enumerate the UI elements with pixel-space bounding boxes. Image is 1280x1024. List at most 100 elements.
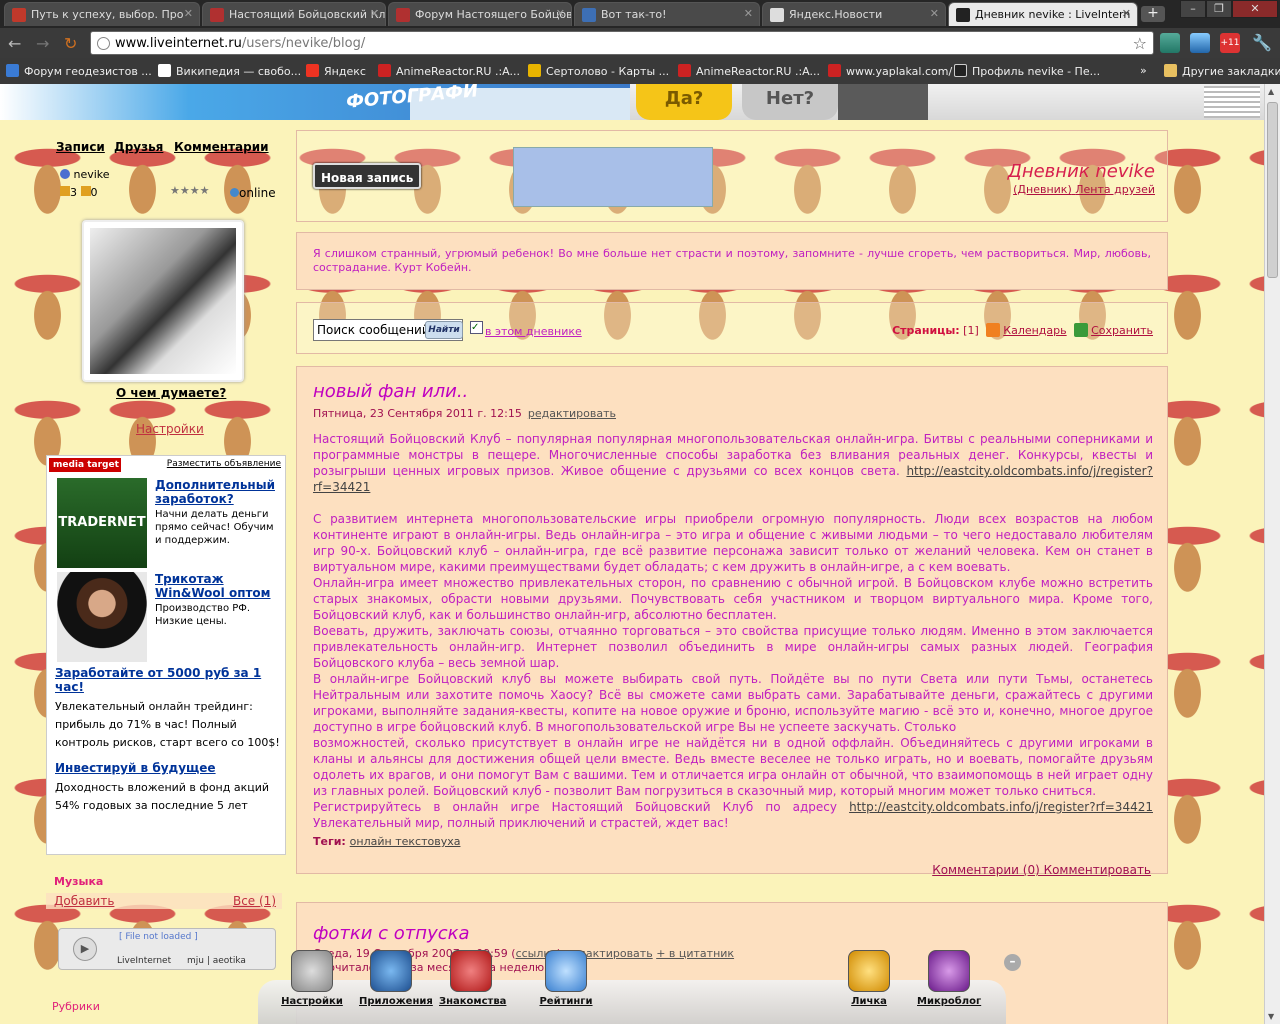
scrollbar-thumb[interactable] <box>1267 102 1278 278</box>
post-paragraph: Онлайн-игра имеет множество привлекатель… <box>313 576 1153 622</box>
banner-no-button[interactable]: Нет? <box>742 84 838 120</box>
minimize-button[interactable]: – <box>1180 0 1206 18</box>
notification-badge[interactable]: +11 <box>1220 33 1240 53</box>
extension-icon[interactable] <box>1160 33 1180 53</box>
bookmark-item[interactable]: AnimeReactor.RU .:A... <box>678 64 820 78</box>
dock-ratings[interactable]: Рейтинги <box>534 950 598 1007</box>
play-icon[interactable]: ▶ <box>73 937 97 961</box>
close-icon[interactable]: ✕ <box>744 7 753 20</box>
edit-link[interactable]: редактировать <box>528 407 616 420</box>
wrench-icon[interactable]: 🔧 <box>1252 33 1272 53</box>
post-title[interactable]: новый фан или.. <box>313 381 468 402</box>
extension-icon[interactable] <box>1190 33 1210 53</box>
ad-brand: media target <box>49 458 121 472</box>
ad-person-image[interactable] <box>57 572 147 662</box>
ad-title[interactable]: Дополнительный заработок? <box>155 478 280 506</box>
forward-icon[interactable]: → <box>36 34 49 53</box>
close-icon[interactable]: ✕ <box>930 7 939 20</box>
ad-wide[interactable]: Заработайте от 5000 руб за 1 час! Увлекат… <box>55 666 280 752</box>
post-title[interactable]: фотки с отпуска <box>313 923 470 944</box>
tab-2[interactable]: Настоящий Бойцовский Клу ✕ <box>202 2 386 26</box>
nav-posts[interactable]: Записи <box>56 140 105 154</box>
address-bar[interactable]: www.liveinternet.ru/users/nevike/blog/ ☆ <box>90 31 1154 55</box>
register-link[interactable]: http://eastcity.oldcombats.info/j/regist… <box>849 800 1153 814</box>
message-icon <box>848 950 890 992</box>
banner-yes-button[interactable]: Да? <box>636 84 732 120</box>
close-icon[interactable]: ✕ <box>1122 7 1131 20</box>
tab-3[interactable]: Форум Настоящего Бойцов ✕ <box>388 2 572 26</box>
ad-title[interactable]: Трикотаж Win&Wool оптом <box>155 572 280 600</box>
bookmark-item[interactable]: www.yaplakal.com/ <box>828 64 952 78</box>
dock-minimize-button[interactable]: – <box>1004 954 1021 971</box>
star-icon[interactable]: ☆ <box>1133 34 1147 53</box>
banner-image-2 <box>838 84 928 120</box>
place-ad-link[interactable]: Разместить объявление <box>167 459 281 469</box>
scroll-up-icon[interactable]: ▲ <box>1268 87 1274 96</box>
top-banner[interactable]: ФОТОГРАФИ Да? Нет? <box>0 84 1264 120</box>
post-paragraph: В онлайн-игре Бойцовский клуб вы можете … <box>313 672 1153 734</box>
bookmark-favicon-icon <box>6 64 19 77</box>
rss-icon[interactable] <box>986 323 1001 337</box>
avatar[interactable] <box>82 220 244 382</box>
close-icon[interactable]: ✕ <box>370 7 379 20</box>
ad-wide[interactable]: Инвестируй в будущее Доходность вложений … <box>55 761 280 815</box>
calendar-link[interactable]: Календарь <box>1003 324 1066 337</box>
page-number[interactable]: [1] <box>963 324 979 337</box>
dock-dating[interactable]: Знакомства <box>439 950 506 1007</box>
save-icon[interactable] <box>1074 323 1089 337</box>
tag-link[interactable]: онлайн текстовуха <box>350 835 461 848</box>
in-diary-label[interactable]: в этом дневнике <box>485 325 582 338</box>
close-window-button[interactable]: ✕ <box>1232 0 1278 18</box>
new-tab-button[interactable]: + <box>1141 6 1165 22</box>
dock-microblog[interactable]: Микроблог <box>917 950 981 1007</box>
close-icon[interactable]: ✕ <box>556 7 565 20</box>
apps-icon <box>370 950 412 992</box>
comments-link[interactable]: Комментарии (0) Комментировать <box>932 863 1151 877</box>
diary-link[interactable]: (Дневник) <box>1013 183 1072 196</box>
nav-friends[interactable]: Друзья <box>114 140 163 154</box>
user-line[interactable]: nevike <box>60 168 110 181</box>
scroll-down-icon[interactable]: ▼ <box>1268 1012 1274 1021</box>
bookmarks-overflow-button[interactable]: » <box>1140 64 1147 77</box>
music-all-link[interactable]: Все (1) <box>233 894 276 908</box>
nav-comments[interactable]: Комментарии <box>174 140 269 154</box>
music-add-link[interactable]: Добавить <box>54 894 114 908</box>
close-icon[interactable]: ✕ <box>184 7 193 20</box>
save-link[interactable]: Сохранить <box>1091 324 1153 337</box>
music-player[interactable]: ▶ [ File not loaded ] LiveInternet mju |… <box>58 928 276 970</box>
new-post-button[interactable]: Новая запись <box>313 163 421 189</box>
ad-desc: Доходность вложений в фонд акций 54% год… <box>55 781 270 812</box>
dock-messages[interactable]: Личка <box>837 950 901 1007</box>
online-icon <box>230 188 239 197</box>
tab-1[interactable]: Путь к успеху, выбор. Про ✕ <box>4 2 200 26</box>
bookmark-item[interactable]: Форум геодезистов ... <box>6 64 152 78</box>
back-icon[interactable]: ← <box>8 34 21 53</box>
other-bookmarks[interactable]: Другие закладки <box>1164 64 1280 78</box>
diary-title[interactable]: Дневник nevike <box>1008 161 1155 182</box>
add-to-quotes-link[interactable]: + в цитатник <box>656 947 734 960</box>
maximize-button[interactable]: ❐ <box>1206 0 1232 18</box>
ad-tradernet-image[interactable]: TRADERNET <box>57 478 147 568</box>
friends-feed-link[interactable]: Лента друзей <box>1075 183 1155 196</box>
dock-apps[interactable]: Приложения <box>359 950 433 1007</box>
scrollbar[interactable]: ▲ ▼ <box>1264 84 1280 1024</box>
ad-title[interactable]: Заработайте от 5000 руб за 1 час! <box>55 666 280 694</box>
in-diary-checkbox[interactable]: ✓ <box>470 321 483 334</box>
bookmark-item[interactable]: Сертолово - Карты ... <box>528 64 669 78</box>
tab-5[interactable]: Яндекс.Новости ✕ <box>762 2 946 26</box>
tab-4[interactable]: Вот так-то! ✕ <box>574 2 760 26</box>
player-brand: LiveInternet <box>117 956 172 966</box>
reload-icon[interactable]: ↻ <box>64 34 77 53</box>
bookmark-item[interactable]: Википедия — свобо... <box>158 64 301 78</box>
header-image <box>513 147 713 207</box>
search-button[interactable]: Найти <box>425 321 463 339</box>
dock-settings[interactable]: Настройки <box>280 950 344 1007</box>
what-are-you-thinking-link[interactable]: О чем думаете? <box>116 386 226 400</box>
bookmark-item[interactable]: Яндекс <box>306 64 366 78</box>
bookmark-item[interactable]: Профиль nevike - Пе... <box>954 64 1100 78</box>
ad-title[interactable]: Инвестируй в будущее <box>55 761 280 775</box>
settings-link[interactable]: Настройки <box>136 422 204 436</box>
tab-6-active[interactable]: Дневник nevike : LiveIntern ✕ <box>948 2 1138 26</box>
rubrics-label: Рубрики <box>52 1000 100 1013</box>
bookmark-item[interactable]: AnimeReactor.RU .:A... <box>378 64 520 78</box>
